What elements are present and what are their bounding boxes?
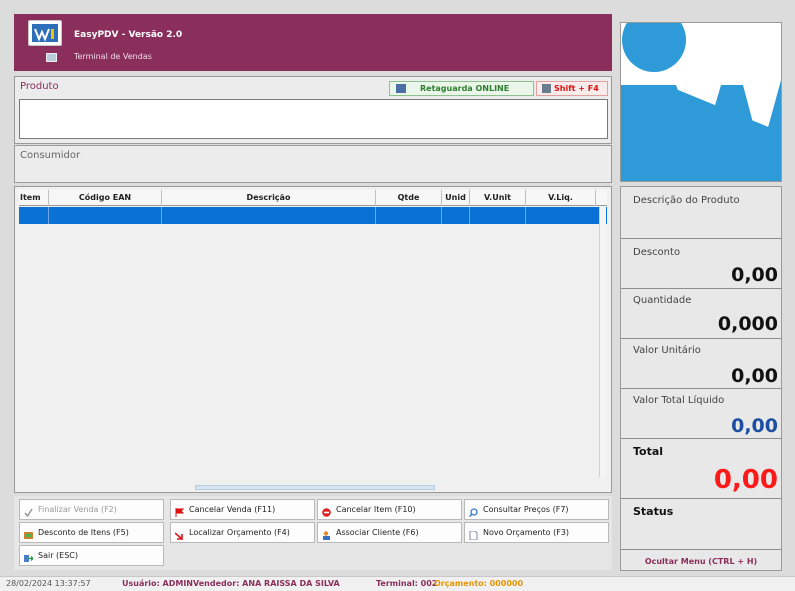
column-header-descricao[interactable]: Descrição <box>162 190 376 206</box>
quantidade-label: Quantidade <box>633 295 692 306</box>
function-buttons: Finalizar Venda (F2) Cancelar Venda (F11… <box>14 496 612 570</box>
column-header-qtde[interactable]: Qtde <box>376 190 442 206</box>
column-header-ean[interactable]: Código EAN <box>49 190 162 206</box>
status-datetime: 28/02/2024 13:37:57 <box>6 579 91 588</box>
valor-unitario-box: Valor Unitário 0,00 <box>621 339 781 389</box>
items-table[interactable]: Item Código EAN Descrição Qtde Unid V.Un… <box>14 186 612 493</box>
document-icon <box>469 528 478 541</box>
finalizar-venda-label: Finalizar Venda (F2) <box>38 505 117 514</box>
table-header: Item Código EAN Descrição Qtde Unid V.Un… <box>19 190 607 206</box>
localizar-orcamento-button[interactable]: Localizar Orçamento (F4) <box>170 522 315 543</box>
ocultar-menu-link[interactable]: Ocultar Menu (CTRL + H) <box>621 557 781 566</box>
consumidor-label: Consumidor <box>20 150 81 161</box>
desconto-box: Desconto 0,00 <box>621 239 781 289</box>
total-value: 0,00 <box>713 465 778 495</box>
valor-unitario-value: 0,00 <box>731 365 778 387</box>
discount-icon <box>24 528 33 539</box>
desconto-value: 0,00 <box>731 264 778 286</box>
status-box: Status <box>621 499 781 550</box>
totals-panel: Descrição do Produto Desconto 0,00 Quant… <box>620 186 782 571</box>
shift-f4-button[interactable]: Shift + F4 <box>536 81 608 96</box>
cancelar-item-label: Cancelar Item (F10) <box>336 505 416 514</box>
shift-f4-label: Shift + F4 <box>554 84 599 93</box>
retaguarda-status-text: Retaguarda ONLINE <box>420 84 510 93</box>
app-subtitle: Terminal de Vendas <box>74 52 152 61</box>
app-title: EasyPDV - Versão 2.0 <box>74 30 183 40</box>
status-vendedor: Vendedor: ANA RAISSA DA SILVA <box>193 579 340 588</box>
stop-icon <box>322 505 331 517</box>
consultar-precos-label: Consultar Preços (F7) <box>483 505 569 514</box>
status-bar: 28/02/2024 13:37:57 Usuário: ADMIN Vende… <box>0 576 795 591</box>
desconto-itens-label: Desconto de Itens (F5) <box>38 528 129 537</box>
table-row-selected[interactable] <box>19 207 607 224</box>
horizontal-scrollbar[interactable] <box>195 485 435 490</box>
exit-icon <box>24 551 34 562</box>
vertical-scrollbar[interactable] <box>599 207 606 477</box>
novo-orcamento-button[interactable]: Novo Orçamento (F3) <box>464 522 609 543</box>
arrow-icon <box>174 528 184 540</box>
total-box: Total 0,00 <box>621 439 781 499</box>
network-icon <box>396 84 406 93</box>
valor-total-value: 0,00 <box>731 415 778 437</box>
check-icon <box>24 505 33 518</box>
associar-cliente-button[interactable]: Associar Cliente (F6) <box>317 522 462 543</box>
search-icon <box>468 505 478 518</box>
app-logo <box>28 20 62 46</box>
valor-unitario-label: Valor Unitário <box>633 345 701 356</box>
descricao-box: Descrição do Produto <box>621 187 781 239</box>
consumidor-panel[interactable]: Consumidor <box>14 145 612 183</box>
user-icon <box>322 528 331 540</box>
cancelar-venda-button[interactable]: Cancelar Venda (F11) <box>170 499 315 520</box>
printer-icon <box>46 53 57 62</box>
column-header-unid[interactable]: Unid <box>442 190 470 206</box>
column-header-vunit[interactable]: V.Unit <box>470 190 526 206</box>
desconto-itens-button[interactable]: Desconto de Itens (F5) <box>19 522 164 543</box>
status-orcamento: Orçamento: 000000 <box>434 579 524 588</box>
status-usuario: Usuário: ADMIN <box>122 579 193 588</box>
status-terminal: Terminal: 002 <box>376 579 438 588</box>
column-header-vliq[interactable]: V.Liq. <box>526 190 596 206</box>
finalizar-venda-button[interactable]: Finalizar Venda (F2) <box>19 499 164 520</box>
novo-orcamento-label: Novo Orçamento (F3) <box>483 528 570 537</box>
sair-label: Sair (ESC) <box>38 551 78 560</box>
column-header-item[interactable]: Item <box>19 190 49 206</box>
associar-cliente-label: Associar Cliente (F6) <box>336 528 419 537</box>
keyboard-icon <box>542 84 551 93</box>
quantidade-value: 0,000 <box>717 313 778 335</box>
consultar-precos-button[interactable]: Consultar Preços (F7) <box>464 499 609 520</box>
valor-total-label: Valor Total Líquido <box>633 395 725 406</box>
company-logo <box>620 22 782 182</box>
cancelar-venda-label: Cancelar Venda (F11) <box>189 505 276 514</box>
total-label: Total <box>633 445 664 458</box>
descricao-label: Descrição do Produto <box>633 195 740 206</box>
produto-panel: Produto Retaguarda ONLINE Shift + F4 <box>14 76 612 144</box>
sair-button[interactable]: Sair (ESC) <box>19 545 164 566</box>
desconto-label: Desconto <box>633 247 681 258</box>
status-label: Status <box>633 505 674 518</box>
produto-label: Produto <box>20 81 59 92</box>
valor-total-box: Valor Total Líquido 0,00 <box>621 389 781 439</box>
localizar-orcamento-label: Localizar Orçamento (F4) <box>189 528 290 537</box>
red-flag-icon <box>175 505 185 517</box>
retaguarda-status-badge: Retaguarda ONLINE <box>389 81 534 96</box>
cancelar-item-button[interactable]: Cancelar Item (F10) <box>317 499 462 520</box>
produto-input[interactable] <box>19 99 608 139</box>
quantidade-box: Quantidade 0,000 <box>621 289 781 339</box>
app-header: EasyPDV - Versão 2.0 Terminal de Vendas <box>14 14 612 71</box>
